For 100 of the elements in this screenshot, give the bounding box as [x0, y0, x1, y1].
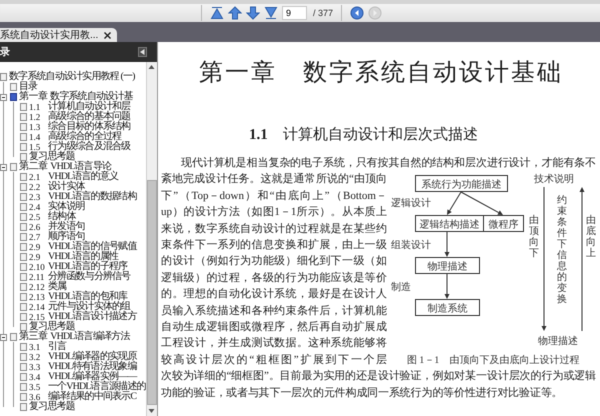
bookmark-title[interactable]: VHDL语言编译方法 [50, 332, 130, 342]
bookmark-title[interactable]: VHDL语言的数据结构 [48, 192, 136, 202]
bookmark-title[interactable]: 行为级综合及混合级 [48, 142, 130, 152]
last-page-icon [264, 6, 278, 20]
bookmark-number[interactable]: 3.1 [29, 342, 45, 352]
bookmark-title[interactable]: VHDL语言的属性 [48, 252, 118, 262]
paragraph-text: 次较为详细的“细框图”。目前最为实用的还是设计验证，例如对某一设计层次的行为或逻辑功能的验证，或者与其下一层次的元件构成同一系统行为的等价性进行对比验证等。 [161, 368, 596, 401]
previous-page-button[interactable] [228, 6, 242, 20]
vertical-label: 由底向上 [586, 215, 596, 260]
bookmark-number[interactable]: 第二章 [19, 162, 48, 172]
bookmark-title[interactable]: 元件与设计实体的组 [48, 302, 130, 312]
bookmark-title[interactable]: VHDL特有语法现象编 [48, 362, 136, 372]
section-heading: 1.1 计算机自动设计和层次式描述 [249, 127, 478, 143]
bookmark-number[interactable]: 2.9 [29, 242, 45, 252]
collapse-icon[interactable] [0, 164, 7, 170]
bookmark-number[interactable]: 1.4 [29, 132, 45, 142]
bookmark-number[interactable]: 2.1 [29, 172, 45, 182]
back-icon [350, 6, 364, 20]
left-triangle-icon [140, 49, 145, 55]
bookmark-title[interactable]: 数字系统自动设计实用教程 (一) [9, 72, 135, 82]
bookmark-number[interactable]: 1.2 [29, 112, 45, 122]
bookmark-number[interactable]: 2.9 [29, 252, 45, 262]
arrow [444, 232, 450, 258]
page-count: / 377 [313, 8, 334, 18]
bookmark-number[interactable]: 2.3 [29, 192, 45, 202]
scrollbar[interactable] [146, 62, 157, 416]
bookmark-title[interactable]: 顺序语句 [48, 232, 85, 242]
bookmark-title[interactable]: 复习思考题 [29, 322, 75, 332]
bookmark-title[interactable]: 并发语句 [48, 222, 85, 232]
first-page-button[interactable] [210, 6, 224, 20]
next-page-icon [246, 6, 260, 20]
diagram-label: 物理描述 [538, 336, 578, 348]
diagram-box: 制造系统 [415, 299, 480, 316]
bookmark-title[interactable]: VHDL语言的意义 [48, 172, 118, 182]
panel-title: 录 [0, 46, 10, 59]
bookmark-number[interactable]: 3.3 [29, 362, 45, 372]
bookmark-title[interactable]: 高级综合的基本问题 [48, 112, 130, 122]
collapse-icon[interactable] [0, 334, 7, 340]
bookmark-title[interactable]: 结构体 [48, 212, 76, 222]
bookmark-number[interactable]: 2.11 [29, 272, 45, 282]
bookmark-number[interactable]: 2.10 [29, 262, 45, 272]
stage-label: 组装设计 [391, 240, 431, 252]
bookmark-title[interactable]: 综合目标的体系结构 [48, 122, 130, 132]
bookmark-number[interactable]: 1.3 [29, 122, 45, 132]
bookmark-title[interactable]: 计算机自动设计和层 [48, 102, 130, 112]
bookmark-title[interactable]: 引言 [48, 342, 66, 352]
next-page-button[interactable] [246, 6, 260, 20]
bookmark-title[interactable]: VHDL编译器实例—— [48, 372, 136, 382]
vertical-label: 约束条件下信息的变换 [557, 195, 567, 306]
bookmark-title[interactable]: VHDL语言导论 [50, 162, 112, 172]
chapter-heading: 第一章 数字系统自动设计基础 [199, 60, 563, 86]
bookmark-number[interactable]: 2.6 [29, 222, 45, 232]
bookmark-number[interactable]: 3.4 [29, 372, 45, 382]
bookmark-number[interactable]: 2.7 [29, 232, 45, 242]
last-page-button[interactable] [264, 6, 278, 20]
bookmark-number[interactable]: 2.5 [29, 212, 45, 222]
bookmark-title[interactable]: 设计实体 [48, 182, 85, 192]
bookmark-title[interactable]: 分辨函数与分辨信号 [48, 272, 130, 282]
bookmark-title[interactable]: 高级综合的全过程 [48, 132, 122, 142]
stage-label: 制造 [391, 282, 411, 294]
bookmark-title[interactable]: VHDL语言的子程序 [48, 262, 128, 272]
close-icon[interactable] [104, 32, 112, 38]
bookmark-title[interactable]: 复习思考题 [29, 402, 75, 412]
bookmark-number[interactable]: 2.15 [29, 312, 45, 322]
bookmark-title[interactable]: 实体说明 [48, 202, 85, 212]
bookmark-number[interactable]: 第一章 [19, 92, 48, 102]
bookmark-number[interactable]: 2.13 [29, 292, 45, 302]
bookmark-title[interactable]: 数字系统自动设计基 [50, 92, 133, 102]
bookmark-title[interactable]: 类属 [48, 282, 66, 292]
bookmark-title[interactable]: 目录 [19, 82, 38, 92]
stage-label: 逻辑设计 [391, 198, 431, 210]
bookmark-title[interactable]: VHDL语言的包和库 [48, 292, 128, 302]
bookmark-number[interactable]: 2.4 [29, 202, 45, 212]
back-button[interactable] [350, 6, 364, 20]
first-page-icon [210, 6, 224, 20]
bookmark-number[interactable]: 3.6 [29, 392, 45, 402]
bookmark-title[interactable]: VHDL语言设计描述方 [48, 312, 136, 322]
page-field[interactable]: 9 [282, 6, 307, 20]
collapse-panel-button[interactable] [138, 47, 147, 57]
bookmark-number[interactable]: 3.2 [29, 352, 45, 362]
scrollbar-thumb[interactable] [147, 180, 157, 405]
diagram-box: 物理描述 [415, 257, 480, 274]
previous-page-icon [228, 6, 242, 20]
bookmark-title[interactable]: VHDL语言的信号赋值 [48, 242, 136, 252]
diagram-box: 微程序 [483, 215, 524, 232]
bookmark-title[interactable]: VHDL编译器的实现原 [48, 352, 136, 362]
bookmark-number[interactable]: 3.5 [29, 382, 45, 392]
diagram-box: 系统行为功能描述 [415, 175, 508, 192]
bookmark-number[interactable]: 1.5 [29, 142, 45, 152]
paragraph-text: 紊地完成设计任务。这就是通常所说的“由顶向下”（Top－down）和“由底向上”（Bottom－up）的设计方法（如图1－1所示）。从本质上来说，数字系统自动设计的过程就是在某些约束条件下一系列的信息变换和扩展，由上一级的设计（例如行为功能级）细化到下一级（如逻辑级）的过程，各级的行为功能应该是等价的。理想的自动化设计系统，最好是在设计人员输入系统描述和各种约束条件后，计算机能自动生成逻辑图或微程序，然后再自动扩展成工程设计，并生成测试数据。这种系统能够将较高设计层次的“粗框图”扩展到下一个层 [161, 172, 387, 368]
collapse-icon[interactable] [0, 94, 7, 100]
bookmark-number[interactable]: 2.2 [29, 182, 45, 192]
bookmark-title[interactable]: 一个VHDL语言源描述的 [48, 382, 146, 392]
bookmark-title[interactable]: 编译结果的中间表示C [48, 392, 136, 402]
bookmark-number[interactable]: 2.14 [29, 302, 45, 312]
bookmark-number[interactable]: 1.1 [29, 102, 45, 112]
bookmark-number[interactable]: 2.12 [29, 282, 45, 292]
document-tab[interactable]: 系统自动设计实用教... [0, 28, 118, 42]
bookmark-number[interactable]: 第三章 [19, 332, 48, 342]
bookmark-title[interactable]: 复习思考题 [29, 152, 75, 162]
